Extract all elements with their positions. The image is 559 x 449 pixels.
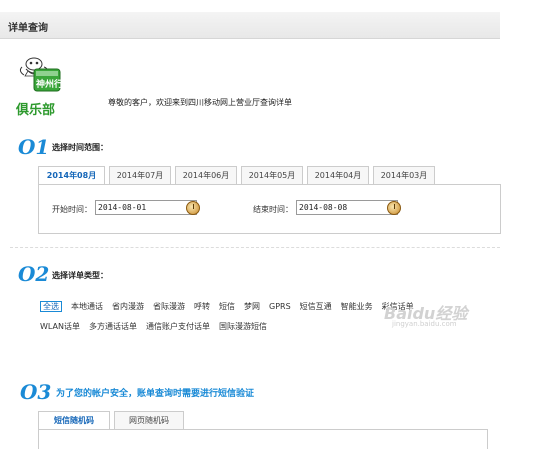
type-gprs[interactable]: GPRS <box>269 302 291 311</box>
type-call-forward[interactable]: 呼转 <box>194 302 210 311</box>
welcome-message: 尊敬的客户，欢迎来到四川移动网上营业厅查询详单 <box>108 98 292 107</box>
month-tabs: 2014年08月 2014年07月 2014年06月 2014年05月 2014… <box>38 166 439 184</box>
type-account-payment[interactable]: 通信账户支付话单 <box>146 322 210 331</box>
type-interprovince-roaming[interactable]: 省际漫游 <box>153 302 185 311</box>
logo-club-text: 俱乐部 <box>16 103 56 118</box>
section1-number: O1 <box>18 135 50 159</box>
section3-number: O3 <box>20 380 52 404</box>
tab-month-5[interactable]: 2014年04月 <box>307 166 369 184</box>
end-time-label: 结束时间： <box>253 205 293 214</box>
logo-badge-text: 神州行 <box>36 80 64 90</box>
verify-panel <box>38 429 488 449</box>
type-multiparty-call[interactable]: 多方通话话单 <box>89 322 137 331</box>
baidu-watermark-url: jingyan.baidu.com <box>392 320 457 328</box>
type-sms-interconnect[interactable]: 短信互通 <box>300 302 332 311</box>
tab-month-6[interactable]: 2014年03月 <box>373 166 435 184</box>
page-title-bar: 详单查询 <box>0 12 500 39</box>
tab-month-4[interactable]: 2014年05月 <box>241 166 303 184</box>
end-calendar-clock-icon[interactable] <box>387 201 401 215</box>
type-select-all[interactable]: 全选 <box>40 301 62 312</box>
start-calendar-clock-icon[interactable] <box>186 201 200 215</box>
section2-title: 选择详单类型： <box>52 271 108 280</box>
type-smart-service[interactable]: 智能业务 <box>341 302 373 311</box>
tab-month-1[interactable]: 2014年08月 <box>38 166 105 184</box>
type-wlan[interactable]: WLAN话单 <box>40 322 80 331</box>
start-time-input[interactable]: 2014-08-01 <box>95 200 197 215</box>
type-local-call[interactable]: 本地通话 <box>71 302 103 311</box>
shenzhouxing-club-logo: 神州行 俱乐部 <box>14 55 72 119</box>
start-time-label: 开始时间： <box>52 205 92 214</box>
type-intl-roaming-sms[interactable]: 国际漫游短信 <box>219 322 267 331</box>
tab-month-3[interactable]: 2014年06月 <box>175 166 237 184</box>
end-time-input[interactable]: 2014-08-08 <box>296 200 398 215</box>
section1-title: 选择时间范围： <box>52 143 108 152</box>
type-province-roaming[interactable]: 省内漫游 <box>112 302 144 311</box>
tab-sms-code[interactable]: 短信随机码 <box>38 411 110 429</box>
page-title: 详单查询 <box>8 23 48 34</box>
detail-type-row2: WLAN话单 多方通话话单 通信账户支付话单 国际漫游短信 <box>40 321 276 332</box>
divider <box>10 247 500 248</box>
type-monternet[interactable]: 梦网 <box>244 302 260 311</box>
verify-tabs: 短信随机码 网页随机码 <box>38 411 188 429</box>
detail-type-row1: 全选 本地通话 省内漫游 省际漫游 呼转 短信 梦网 GPRS 短信互通 智能业务 彩信话单 <box>40 301 423 312</box>
section2-number: O2 <box>18 262 50 286</box>
tab-web-code[interactable]: 网页随机码 <box>114 411 184 429</box>
type-sms[interactable]: 短信 <box>219 302 235 311</box>
section3-title: 为了您的帐户安全，账单查询时需要进行短信验证 <box>56 389 255 399</box>
tab-month-2[interactable]: 2014年07月 <box>109 166 171 184</box>
